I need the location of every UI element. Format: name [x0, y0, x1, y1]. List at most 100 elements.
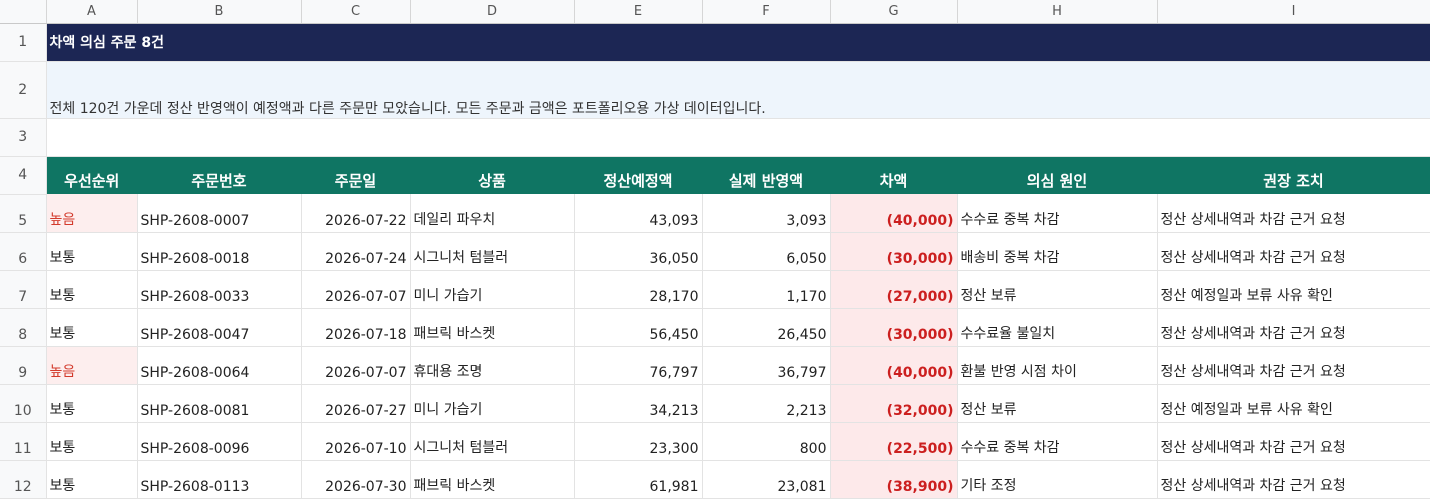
actual-amount-cell[interactable]: 26,450	[702, 308, 831, 347]
row-header[interactable]: 8	[0, 308, 47, 347]
order-date-cell[interactable]: 2026-07-07	[301, 346, 411, 385]
cause-cell[interactable]: 수수료율 불일치	[957, 308, 1158, 347]
column-header-h[interactable]: H	[957, 0, 1158, 24]
order-date-cell[interactable]: 2026-07-10	[301, 422, 411, 461]
actual-amount-cell[interactable]: 36,797	[702, 346, 831, 385]
order-no-cell[interactable]: SHP-2608-0113	[137, 460, 302, 499]
product-cell[interactable]: 시그니처 텀블러	[410, 422, 575, 461]
action-cell[interactable]: 정산 상세내역과 차감 근거 요청	[1157, 232, 1430, 271]
order-date-cell[interactable]: 2026-07-24	[301, 232, 411, 271]
diff-amount-cell[interactable]: (22,500)	[830, 422, 958, 461]
header-expected[interactable]: 정산예정액	[574, 156, 702, 194]
actual-amount-cell[interactable]: 1,170	[702, 270, 831, 309]
order-no-cell[interactable]: SHP-2608-0007	[137, 194, 302, 233]
expected-amount-cell[interactable]: 34,213	[574, 384, 703, 423]
row-header-3[interactable]: 3	[0, 118, 47, 157]
row-header[interactable]: 7	[0, 270, 47, 309]
priority-cell[interactable]: 높음	[46, 194, 138, 233]
column-header-a[interactable]: A	[46, 0, 138, 24]
priority-cell[interactable]: 높음	[46, 346, 138, 385]
expected-amount-cell[interactable]: 36,050	[574, 232, 703, 271]
actual-amount-cell[interactable]: 6,050	[702, 232, 831, 271]
header-priority[interactable]: 우선순위	[46, 156, 137, 194]
order-no-cell[interactable]: SHP-2608-0064	[137, 346, 302, 385]
header-action[interactable]: 권장 조치	[1157, 156, 1430, 194]
header-actual[interactable]: 실제 반영액	[702, 156, 830, 194]
order-date-cell[interactable]: 2026-07-27	[301, 384, 411, 423]
diff-amount-cell[interactable]: (30,000)	[830, 308, 958, 347]
sheet-title[interactable]: 차액 의심 주문 8건	[46, 23, 1430, 62]
action-cell[interactable]: 정산 상세내역과 차감 근거 요청	[1157, 346, 1430, 385]
row-header[interactable]: 9	[0, 346, 47, 385]
action-cell[interactable]: 정산 상세내역과 차감 근거 요청	[1157, 460, 1430, 499]
order-no-cell[interactable]: SHP-2608-0047	[137, 308, 302, 347]
order-date-cell[interactable]: 2026-07-30	[301, 460, 411, 499]
sheet-subtitle[interactable]: 전체 120건 가운데 정산 반영액이 예정액과 다른 주문만 모았습니다. 모…	[46, 61, 1430, 119]
diff-amount-cell[interactable]: (32,000)	[830, 384, 958, 423]
row-header-2[interactable]: 2	[0, 61, 47, 119]
expected-amount-cell[interactable]: 56,450	[574, 308, 703, 347]
expected-amount-cell[interactable]: 43,093	[574, 194, 703, 233]
priority-cell[interactable]: 보통	[46, 270, 138, 309]
priority-cell[interactable]: 보통	[46, 460, 138, 499]
diff-amount-cell[interactable]: (40,000)	[830, 194, 958, 233]
order-no-cell[interactable]: SHP-2608-0096	[137, 422, 302, 461]
row-header-4[interactable]: 4	[0, 156, 47, 195]
action-cell[interactable]: 정산 상세내역과 차감 근거 요청	[1157, 308, 1430, 347]
actual-amount-cell[interactable]: 800	[702, 422, 831, 461]
column-header-f[interactable]: F	[702, 0, 831, 24]
cause-cell[interactable]: 배송비 중복 차감	[957, 232, 1158, 271]
row-header[interactable]: 10	[0, 384, 47, 423]
select-all-corner[interactable]	[0, 0, 47, 24]
order-no-cell[interactable]: SHP-2608-0081	[137, 384, 302, 423]
row-header[interactable]: 5	[0, 194, 47, 233]
cause-cell[interactable]: 정산 보류	[957, 270, 1158, 309]
product-cell[interactable]: 휴대용 조명	[410, 346, 575, 385]
action-cell[interactable]: 정산 상세내역과 차감 근거 요청	[1157, 422, 1430, 461]
header-order-date[interactable]: 주문일	[301, 156, 410, 194]
row-header[interactable]: 12	[0, 460, 47, 499]
actual-amount-cell[interactable]: 2,213	[702, 384, 831, 423]
diff-amount-cell[interactable]: (27,000)	[830, 270, 958, 309]
diff-amount-cell[interactable]: (38,900)	[830, 460, 958, 499]
expected-amount-cell[interactable]: 61,981	[574, 460, 703, 499]
expected-amount-cell[interactable]: 76,797	[574, 346, 703, 385]
diff-amount-cell[interactable]: (40,000)	[830, 346, 958, 385]
expected-amount-cell[interactable]: 23,300	[574, 422, 703, 461]
row-header[interactable]: 11	[0, 422, 47, 461]
actual-amount-cell[interactable]: 23,081	[702, 460, 831, 499]
cause-cell[interactable]: 수수료 중복 차감	[957, 422, 1158, 461]
row-header[interactable]: 6	[0, 232, 47, 271]
header-order-no[interactable]: 주문번호	[137, 156, 301, 194]
product-cell[interactable]: 미니 가습기	[410, 270, 575, 309]
column-header-b[interactable]: B	[137, 0, 302, 24]
column-header-i[interactable]: I	[1157, 0, 1430, 24]
column-header-g[interactable]: G	[830, 0, 958, 24]
priority-cell[interactable]: 보통	[46, 232, 138, 271]
cause-cell[interactable]: 정산 보류	[957, 384, 1158, 423]
cause-cell[interactable]: 수수료 중복 차감	[957, 194, 1158, 233]
column-header-c[interactable]: C	[301, 0, 411, 24]
product-cell[interactable]: 패브릭 바스켓	[410, 460, 575, 499]
action-cell[interactable]: 정산 예정일과 보류 사유 확인	[1157, 270, 1430, 309]
product-cell[interactable]: 미니 가습기	[410, 384, 575, 423]
header-product[interactable]: 상품	[410, 156, 574, 194]
priority-cell[interactable]: 보통	[46, 308, 138, 347]
order-no-cell[interactable]: SHP-2608-0033	[137, 270, 302, 309]
diff-amount-cell[interactable]: (30,000)	[830, 232, 958, 271]
action-cell[interactable]: 정산 상세내역과 차감 근거 요청	[1157, 194, 1430, 233]
blank-cell[interactable]	[46, 118, 1430, 157]
expected-amount-cell[interactable]: 28,170	[574, 270, 703, 309]
priority-cell[interactable]: 보통	[46, 422, 138, 461]
priority-cell[interactable]: 보통	[46, 384, 138, 423]
header-cause[interactable]: 의심 원인	[957, 156, 1157, 194]
product-cell[interactable]: 시그니처 텀블러	[410, 232, 575, 271]
cause-cell[interactable]: 기타 조정	[957, 460, 1158, 499]
cause-cell[interactable]: 환불 반영 시점 차이	[957, 346, 1158, 385]
order-no-cell[interactable]: SHP-2608-0018	[137, 232, 302, 271]
actual-amount-cell[interactable]: 3,093	[702, 194, 831, 233]
order-date-cell[interactable]: 2026-07-07	[301, 270, 411, 309]
order-date-cell[interactable]: 2026-07-22	[301, 194, 411, 233]
row-header-1[interactable]: 1	[0, 23, 47, 62]
column-header-e[interactable]: E	[574, 0, 703, 24]
